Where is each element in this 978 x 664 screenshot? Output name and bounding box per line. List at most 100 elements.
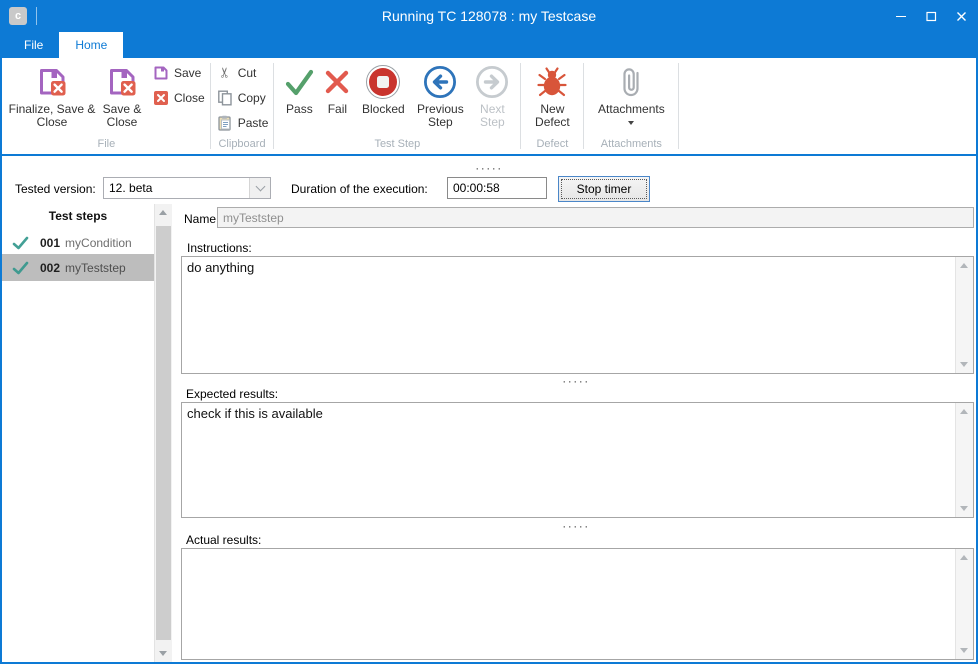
scroll-down-icon[interactable] <box>960 648 968 653</box>
ribbon-group-attachments: Attachments Attachments <box>585 58 677 154</box>
attachments-label: Attachments <box>598 103 665 116</box>
ribbon-separator <box>210 63 211 149</box>
splitter-handle-top[interactable]: ····· <box>2 163 976 173</box>
ribbon-group-clipboard: ✂ Cut Copy <box>212 58 273 154</box>
paste-button[interactable]: Paste <box>216 110 269 135</box>
instructions-textarea[interactable]: do anything <box>182 257 956 373</box>
chevron-down-icon <box>255 182 265 192</box>
expected-results-scrollbar[interactable] <box>955 403 973 517</box>
maximize-button[interactable] <box>916 0 946 32</box>
actual-results-textarea[interactable] <box>182 549 956 659</box>
instructions-scrollbar[interactable] <box>955 257 973 373</box>
actual-results-label: Actual results: <box>186 533 261 547</box>
group-caption-test-step: Test Step <box>275 137 519 154</box>
group-caption-file: File <box>4 137 209 154</box>
tab-home[interactable]: Home <box>59 32 123 58</box>
ribbon-separator <box>583 63 584 149</box>
close-x-icon <box>152 90 170 106</box>
ribbon-group-defect: New Defect Defect <box>522 58 582 154</box>
x-icon <box>323 61 351 103</box>
scroll-up-icon[interactable] <box>960 409 968 414</box>
save-close-button[interactable]: Save & Close <box>96 60 148 129</box>
expected-results-textarea[interactable]: check if this is available <box>182 403 956 517</box>
name-input[interactable] <box>217 207 974 228</box>
test-step-row-2[interactable]: 002 myTeststep <box>2 254 154 281</box>
ribbon-separator <box>678 63 679 149</box>
tab-file[interactable]: File <box>8 32 59 58</box>
check-icon <box>282 61 316 103</box>
cut-button[interactable]: ✂ Cut <box>216 60 269 85</box>
ribbon-separator <box>520 63 521 149</box>
stop-timer-button[interactable]: Stop timer <box>558 176 650 202</box>
combo-dropdown-button[interactable] <box>249 178 270 198</box>
close-button[interactable] <box>946 0 976 32</box>
instructions-label: Instructions: <box>187 241 252 255</box>
floppy-x-icon <box>36 61 68 103</box>
ribbon-separator <box>273 63 274 149</box>
scroll-up-icon[interactable] <box>960 555 968 560</box>
attachments-button[interactable]: Attachments <box>589 60 673 125</box>
minimize-button[interactable] <box>886 0 916 32</box>
next-step-button: Next Step <box>469 60 515 129</box>
tested-version-label: Tested version: <box>15 182 96 196</box>
duration-label: Duration of the execution: <box>291 182 428 196</box>
tested-version-value: 12. beta <box>104 181 249 195</box>
splitter-handle-middle[interactable]: ····· <box>178 376 974 386</box>
finalize-save-close-button[interactable]: Finalize, Save & Close <box>8 60 96 129</box>
new-defect-button[interactable]: New Defect <box>526 60 578 129</box>
dropdown-arrow-icon <box>628 121 634 125</box>
group-caption-clipboard: Clipboard <box>212 137 273 154</box>
expected-results-box: check if this is available <box>181 402 974 518</box>
checkmark-icon <box>12 236 29 250</box>
group-caption-defect: Defect <box>522 137 582 154</box>
step-name: myCondition <box>65 236 132 250</box>
stop-timer-label: Stop timer <box>577 182 632 196</box>
fail-label: Fail <box>328 103 347 116</box>
paste-icon <box>216 115 234 131</box>
duration-input[interactable] <box>447 177 547 199</box>
arrow-right-circle-icon <box>475 61 509 103</box>
new-defect-label: New Defect <box>526 103 578 129</box>
name-label: Name: <box>184 212 219 226</box>
floppy-icon <box>152 65 170 81</box>
fail-button[interactable]: Fail <box>319 60 355 116</box>
test-steps-header: Test steps <box>2 206 154 226</box>
previous-step-label: Previous Step <box>411 103 469 129</box>
close-ribbon-button[interactable]: Close <box>152 85 205 110</box>
test-step-row-1[interactable]: 001 myCondition <box>2 230 154 255</box>
cut-label: Cut <box>238 66 257 80</box>
copy-label: Copy <box>238 91 266 105</box>
content-area: ····· Tested version: 12. beta Duration … <box>2 156 976 662</box>
blocked-button[interactable]: Blocked <box>355 60 411 116</box>
scissors-icon: ✂ <box>216 64 234 81</box>
checkmark-icon <box>12 261 29 275</box>
arrow-left-circle-icon <box>423 61 457 103</box>
scroll-down-icon[interactable] <box>159 651 167 656</box>
scroll-up-icon[interactable] <box>960 263 968 268</box>
copy-button[interactable]: Copy <box>216 85 269 110</box>
maximize-icon <box>926 11 937 22</box>
actual-results-box <box>181 548 974 660</box>
step-number: 002 <box>40 261 60 275</box>
scroll-down-icon[interactable] <box>960 506 968 511</box>
close-label: Close <box>174 91 205 105</box>
app-icon[interactable]: c <box>9 7 27 25</box>
scroll-up-icon[interactable] <box>159 210 167 215</box>
scroll-down-icon[interactable] <box>960 362 968 367</box>
titlebar-separator <box>36 7 37 25</box>
expected-results-label: Expected results: <box>186 387 278 401</box>
splitter-handle-bottom[interactable]: ····· <box>178 521 974 531</box>
steps-scrollbar[interactable] <box>154 204 172 662</box>
blocked-label: Blocked <box>362 103 405 116</box>
step-detail-form: Name: Instructions: do anything ····· Ex… <box>178 204 974 660</box>
actual-results-scrollbar[interactable] <box>955 549 973 659</box>
scrollbar-thumb[interactable] <box>156 226 171 640</box>
tested-version-combo[interactable]: 12. beta <box>103 177 271 199</box>
save-button[interactable]: Save <box>152 60 205 85</box>
pass-button[interactable]: Pass <box>279 60 319 116</box>
copy-icon <box>216 90 234 106</box>
ribbon-group-file: Finalize, Save & Close Save & Close <box>4 58 209 154</box>
finalize-save-close-label: Finalize, Save & Close <box>8 103 96 129</box>
previous-step-button[interactable]: Previous Step <box>411 60 469 129</box>
app-window: c Running TC 128078 : my Testcase File H… <box>0 0 978 664</box>
